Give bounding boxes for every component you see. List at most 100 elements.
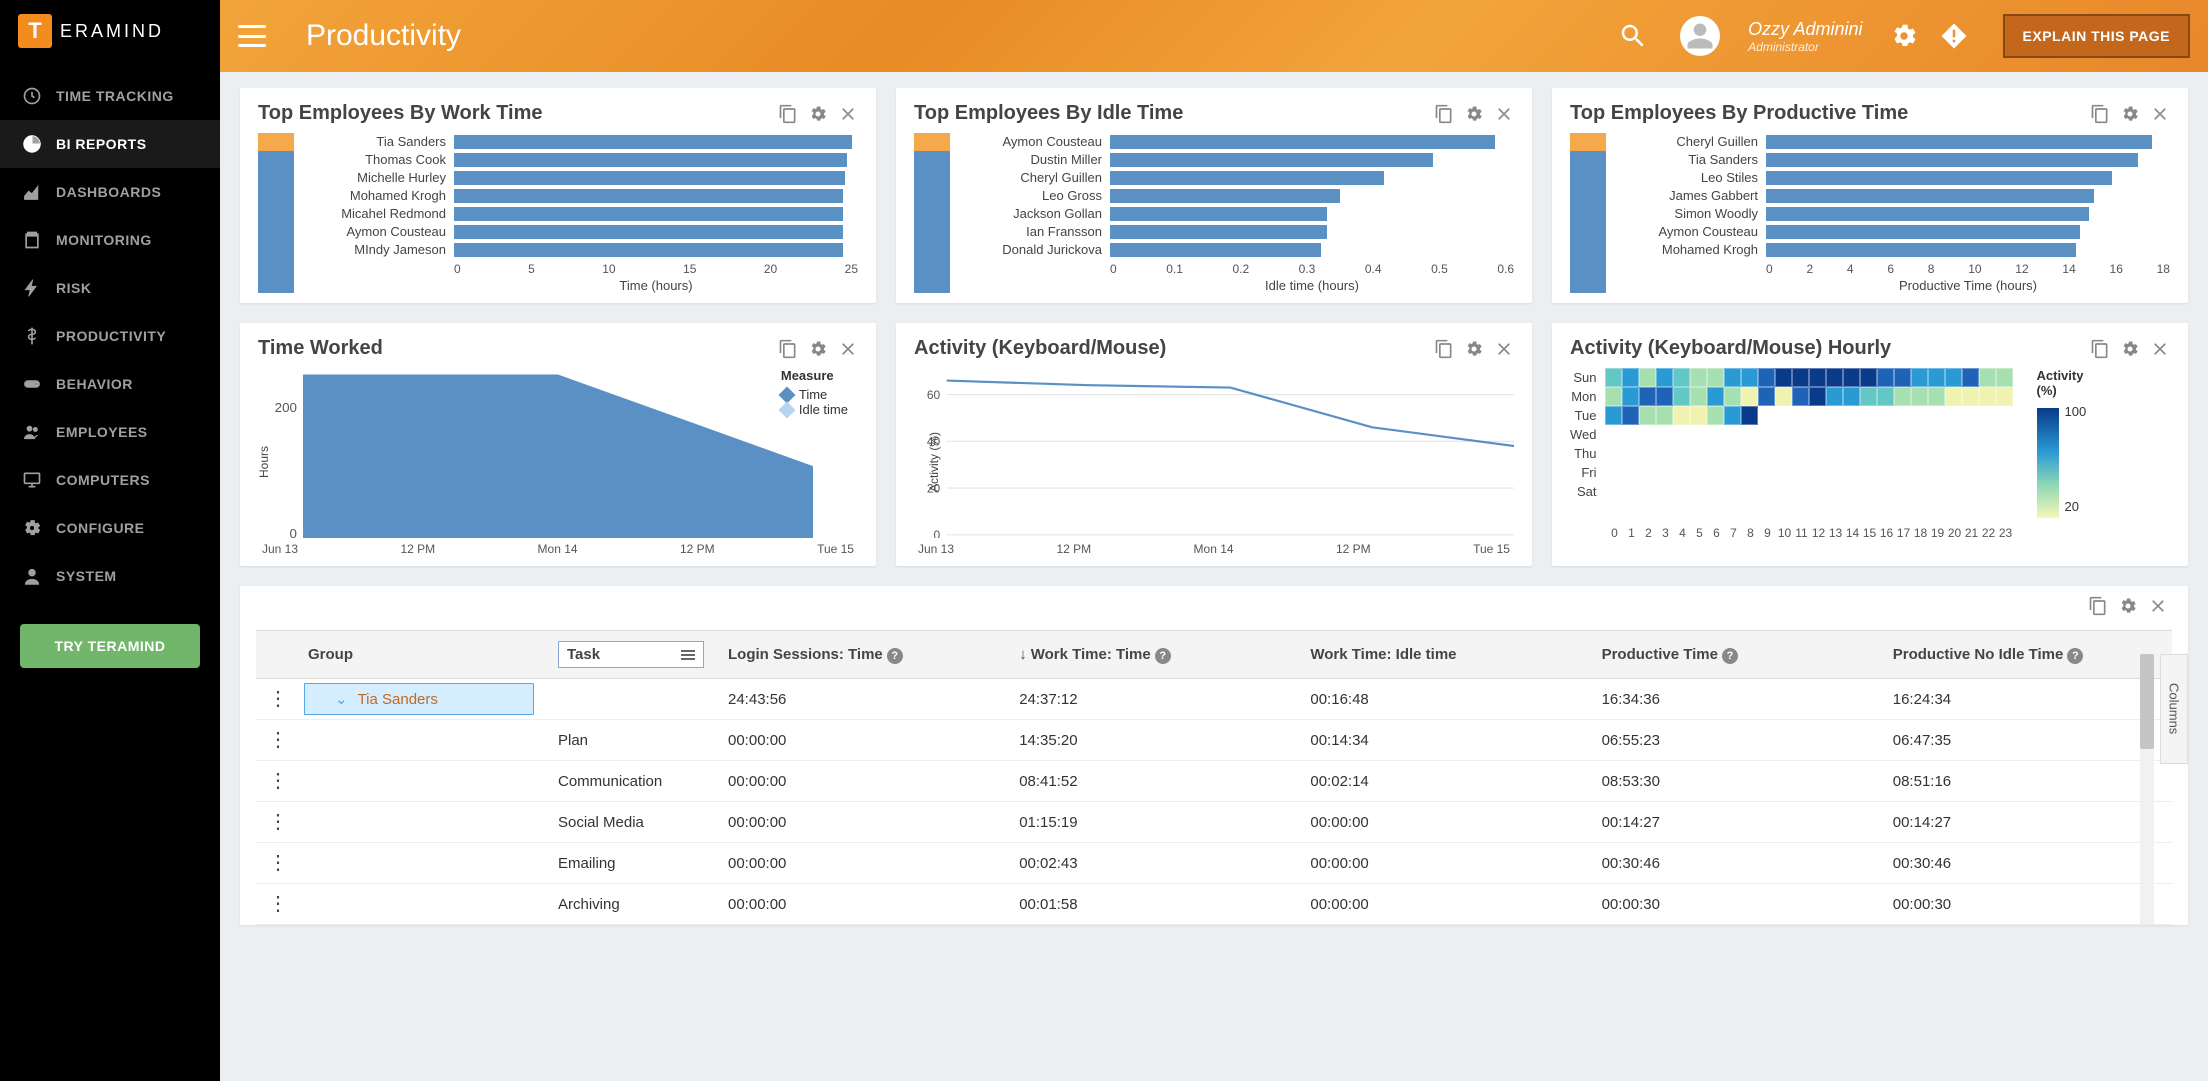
topbar: Productivity Ozzy Adminini Administrator… xyxy=(220,0,2208,72)
panel-title: Activity (Keyboard/Mouse) xyxy=(914,337,1434,360)
copy-icon[interactable] xyxy=(1434,339,1454,359)
row-actions-icon[interactable]: ⋮ xyxy=(268,893,288,915)
col-prod[interactable]: Productive Time? xyxy=(1590,631,1881,679)
copy-icon[interactable] xyxy=(2090,339,2110,359)
person-icon xyxy=(22,566,42,586)
table-row[interactable]: ⋮Social Media00:00:0001:15:1900:00:0000:… xyxy=(256,802,2172,843)
col-idle[interactable]: Work Time: Idle time xyxy=(1298,631,1589,679)
bar-row: Michelle Hurley xyxy=(304,169,858,186)
search-icon[interactable] xyxy=(1618,21,1648,51)
sidebar-item-bi-reports[interactable]: BI REPORTS xyxy=(0,120,220,168)
row-actions-icon[interactable]: ⋮ xyxy=(268,852,288,874)
help-icon[interactable]: ? xyxy=(1155,648,1171,664)
alert-icon[interactable] xyxy=(1939,21,1969,51)
clock-icon xyxy=(22,86,42,106)
avatar[interactable] xyxy=(1680,16,1720,56)
copy-icon[interactable] xyxy=(778,104,798,124)
svg-text:20: 20 xyxy=(927,481,941,495)
bar-row: Thomas Cook xyxy=(304,151,858,168)
gear-icon[interactable] xyxy=(1464,104,1484,124)
copy-icon[interactable] xyxy=(778,339,798,359)
chevron-down-icon: ⌄ xyxy=(335,690,348,708)
explain-page-button[interactable]: EXPLAIN THIS PAGE xyxy=(2003,14,2190,58)
gear-icon[interactable] xyxy=(1889,21,1919,51)
svg-text:0: 0 xyxy=(290,526,297,538)
group-chip[interactable]: ⌄Tia Sanders xyxy=(304,683,534,715)
svg-text:200: 200 xyxy=(275,400,297,415)
user-block[interactable]: Ozzy Adminini Administrator xyxy=(1748,19,1862,54)
sidebar: T ERAMIND TIME TRACKINGBI REPORTSDASHBOA… xyxy=(0,0,220,1081)
copy-icon[interactable] xyxy=(2090,104,2110,124)
gear-icon[interactable] xyxy=(1464,339,1484,359)
table-scrollbar[interactable] xyxy=(2140,654,2154,925)
bar-row: Cheryl Guillen xyxy=(960,169,1514,186)
gear-icon[interactable] xyxy=(2120,104,2140,124)
sidebar-item-computers[interactable]: COMPUTERS xyxy=(0,456,220,504)
sidebar-item-dashboards[interactable]: DASHBOARDS xyxy=(0,168,220,216)
row-actions-icon[interactable]: ⋮ xyxy=(268,770,288,792)
sidebar-item-employees[interactable]: EMPLOYEES xyxy=(0,408,220,456)
table-row[interactable]: ⋮Plan00:00:0014:35:2000:14:3406:55:2306:… xyxy=(256,720,2172,761)
close-icon[interactable] xyxy=(2150,339,2170,359)
close-icon[interactable] xyxy=(2148,596,2168,616)
table-row[interactable]: ⋮⌄Tia Sanders24:43:5624:37:1200:16:4816:… xyxy=(256,679,2172,720)
sidebar-item-configure[interactable]: CONFIGURE xyxy=(0,504,220,552)
bar-row: Leo Gross xyxy=(960,187,1514,204)
close-icon[interactable] xyxy=(838,339,858,359)
help-icon[interactable]: ? xyxy=(887,648,903,664)
col-prod-noidle[interactable]: Productive No Idle Time? xyxy=(1881,631,2172,679)
sidebar-item-risk[interactable]: RISK xyxy=(0,264,220,312)
hamburger-icon[interactable] xyxy=(238,25,266,47)
table-row[interactable]: ⋮Communication00:00:0008:41:5200:02:1408… xyxy=(256,761,2172,802)
col-group[interactable]: Group xyxy=(296,631,546,679)
productivity-table: Group Task Login Sessions: Time? ↓Work T… xyxy=(256,630,2172,925)
bar-row: Mohamed Krogh xyxy=(304,187,858,204)
bar-row: Jackson Gollan xyxy=(960,205,1514,222)
close-icon[interactable] xyxy=(838,104,858,124)
close-icon[interactable] xyxy=(1494,339,1514,359)
panel-title: Time Worked xyxy=(258,337,778,360)
gear-icon[interactable] xyxy=(808,104,828,124)
bar-row: Cheryl Guillen xyxy=(1616,133,2170,150)
gamepad-icon xyxy=(22,374,42,394)
gear-icon[interactable] xyxy=(2120,339,2140,359)
dollar-icon xyxy=(22,326,42,346)
sidebar-item-behavior[interactable]: BEHAVIOR xyxy=(0,360,220,408)
close-icon[interactable] xyxy=(1494,104,1514,124)
monitor-icon xyxy=(22,470,42,490)
sidebar-item-productivity[interactable]: PRODUCTIVITY xyxy=(0,312,220,360)
gear-icon xyxy=(22,518,42,538)
panel-title: Top Employees By Idle Time xyxy=(914,102,1434,125)
sidebar-item-system[interactable]: SYSTEM xyxy=(0,552,220,600)
col-login[interactable]: Login Sessions: Time? xyxy=(716,631,1007,679)
copy-icon[interactable] xyxy=(2088,596,2108,616)
try-teramind-button[interactable]: TRY TERAMIND xyxy=(20,624,200,668)
gear-icon[interactable] xyxy=(2118,596,2138,616)
users-icon xyxy=(22,422,42,442)
col-task[interactable]: Task xyxy=(546,631,716,679)
sidebar-item-time-tracking[interactable]: TIME TRACKING xyxy=(0,72,220,120)
bar-row: Donald Jurickova xyxy=(960,241,1514,258)
svg-text:60: 60 xyxy=(927,388,941,402)
bar-row: Ian Fransson xyxy=(960,223,1514,240)
row-actions-icon[interactable]: ⋮ xyxy=(268,688,288,710)
close-icon[interactable] xyxy=(2150,104,2170,124)
logo[interactable]: T ERAMIND xyxy=(0,0,220,62)
panel-title: Top Employees By Work Time xyxy=(258,102,778,125)
copy-icon[interactable] xyxy=(1434,104,1454,124)
row-actions-icon[interactable]: ⋮ xyxy=(268,729,288,751)
col-work[interactable]: ↓Work Time: Time? xyxy=(1007,631,1298,679)
help-icon[interactable]: ? xyxy=(1722,648,1738,664)
help-icon[interactable]: ? xyxy=(2067,648,2083,664)
gear-icon[interactable] xyxy=(808,339,828,359)
chart-line-icon xyxy=(22,182,42,202)
columns-toggle[interactable]: Columns xyxy=(2160,654,2188,764)
bar-row: Aymon Cousteau xyxy=(304,223,858,240)
row-actions-icon[interactable]: ⋮ xyxy=(268,811,288,833)
svg-text:0: 0 xyxy=(933,528,940,538)
table-row[interactable]: ⋮Archiving00:00:0000:01:5800:00:0000:00:… xyxy=(256,884,2172,925)
sort-desc-icon: ↓ xyxy=(1019,646,1027,663)
column-menu-icon[interactable] xyxy=(681,650,695,660)
sidebar-item-monitoring[interactable]: MONITORING xyxy=(0,216,220,264)
table-row[interactable]: ⋮Emailing00:00:0000:02:4300:00:0000:30:4… xyxy=(256,843,2172,884)
